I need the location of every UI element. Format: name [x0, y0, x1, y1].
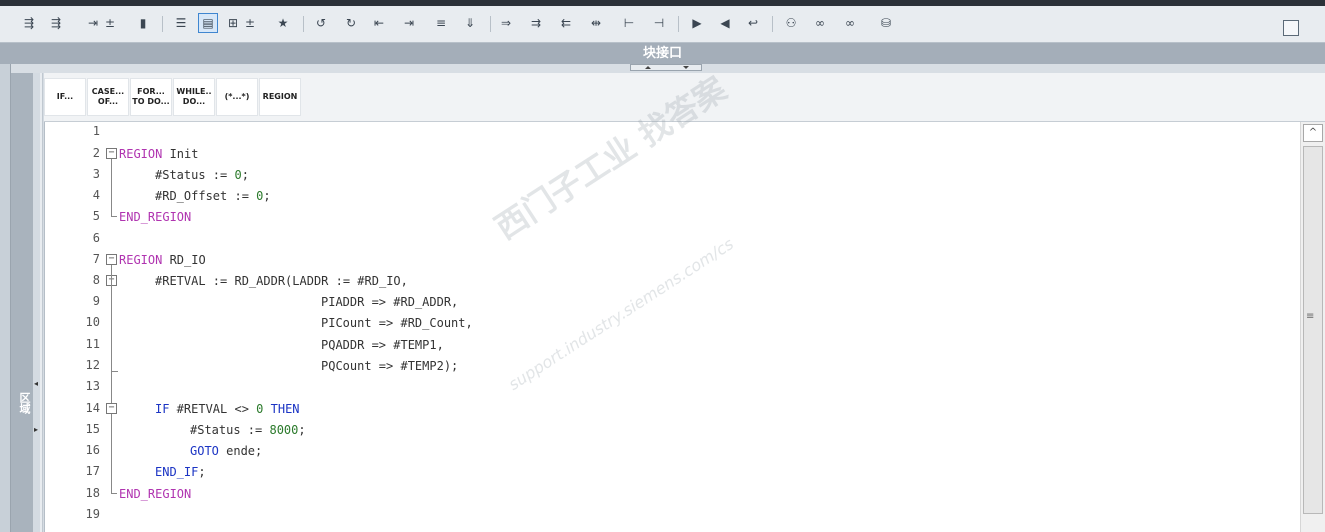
increase-indent-icon[interactable]: ⇉	[527, 14, 545, 32]
modify-icon[interactable]: ∞	[811, 14, 829, 32]
collapse-icon[interactable]: ◀	[716, 14, 734, 32]
line-number: 7	[92, 252, 100, 266]
line-number: 10	[85, 315, 100, 329]
decrease-indent-icon[interactable]: ⇇	[557, 14, 575, 32]
insert-network-icon[interactable]: ⇶	[20, 14, 38, 32]
region-side-panel[interactable]: ◂ ▸	[11, 73, 38, 532]
snippet-while[interactable]: WHILE.. DO...	[173, 78, 215, 116]
block-snapshot-icon[interactable]: ⛁	[877, 14, 895, 32]
code-area[interactable]	[68, 122, 1300, 532]
properties-icon[interactable]: ▮	[134, 14, 152, 32]
scroll-up-icon[interactable]: ^	[1303, 124, 1323, 142]
monitor-toggle-icon[interactable]: ±	[241, 14, 259, 32]
region-side-label[interactable]: 区域	[12, 392, 32, 414]
fold-toggle-icon[interactable]: −	[106, 148, 117, 159]
structure-view-icon[interactable]: ▤	[198, 13, 218, 33]
code-line-16: GOTO ende;	[190, 444, 263, 458]
left-edge-panel	[0, 64, 11, 532]
fold-toggle-icon[interactable]: −	[106, 403, 117, 414]
snippet-case[interactable]: CASE... OF...	[87, 78, 129, 116]
code-line-12: PQCount => #TEMP2);	[321, 359, 459, 373]
code-line-14: IF #RETVAL <> 0 THEN	[155, 402, 300, 416]
code-line-11: PQADDR => #TEMP1,	[321, 338, 444, 352]
line-number: 3	[92, 167, 100, 181]
vertical-scrollbar[interactable]: ^ ≡	[1300, 122, 1325, 532]
code-line-9: PIADDR => #RD_ADDR,	[321, 295, 459, 309]
comment-icon[interactable]: ≡	[432, 14, 450, 32]
force-icon[interactable]: ∞	[841, 14, 859, 32]
code-line-17: END_IF;	[155, 465, 206, 479]
code-line-10: PICount => #RD_Count,	[321, 316, 473, 330]
delete-network-icon[interactable]: ⇶	[47, 14, 65, 32]
collapse-down-icon[interactable]	[683, 66, 689, 69]
line-number: 12	[85, 358, 100, 372]
code-line-5: END_REGION	[119, 210, 192, 224]
auto-format-icon[interactable]: ⇹	[587, 14, 605, 32]
insert-input-icon[interactable]: ⇥	[84, 14, 102, 32]
line-number: 13	[85, 379, 100, 393]
next-bookmark-icon[interactable]: ⇥	[400, 14, 418, 32]
line-number: 2	[92, 146, 100, 160]
expand-all-icon[interactable]: ▶	[688, 14, 706, 32]
window-layout-icon[interactable]	[1283, 20, 1299, 36]
line-number: 19	[85, 507, 100, 521]
expand-icon[interactable]: ±	[101, 14, 119, 32]
line-number: 14	[85, 401, 100, 415]
snippet-comment[interactable]: (*...*)	[216, 78, 258, 116]
line-number: 5	[92, 209, 100, 223]
monitor-all-icon[interactable]: ⚇	[782, 14, 800, 32]
list-view-icon[interactable]: ☰	[172, 14, 190, 32]
snippet-region[interactable]: REGION	[259, 78, 301, 116]
line-number: 8	[92, 273, 100, 287]
code-line-18: END_REGION	[119, 487, 192, 501]
scroll-grip-icon: ≡	[1306, 311, 1315, 322]
go-to-icon[interactable]: ⇓	[461, 14, 479, 32]
line-number: 6	[92, 231, 100, 245]
code-line-3: #Status := 0;	[155, 168, 249, 182]
snippet-for[interactable]: FOR... TO DO...	[130, 78, 172, 116]
favorites-icon[interactable]: ★	[274, 14, 292, 32]
code-line-7: REGION RD_IO	[119, 253, 206, 267]
line-number: 15	[85, 422, 100, 436]
block-interface-title[interactable]: 块接口	[0, 43, 1325, 64]
prev-bookmark-icon[interactable]: ⇤	[370, 14, 388, 32]
fold-toggle-icon[interactable]: −	[106, 254, 117, 265]
collapse-up-icon[interactable]	[645, 66, 651, 69]
line-number: 16	[85, 443, 100, 457]
set-bookmark-icon[interactable]: ↺	[312, 14, 330, 32]
uncomment-line-icon[interactable]: ⊣	[650, 14, 668, 32]
monitor-icon[interactable]: ⊞	[224, 14, 242, 32]
line-number: 1	[92, 124, 100, 138]
editor-toolbar: ⇶ ⇶ ⇥ ± ▮ ☰ ▤ ⊞ ± ★ ↺ ↻ ⇤ ⇥ ≡ ⇓ ⇒ ⇉ ⇇ ⇹ …	[0, 6, 1325, 43]
scroll-thumb[interactable]	[1303, 146, 1323, 514]
line-number: 11	[85, 337, 100, 351]
splitter-handle[interactable]	[630, 64, 702, 71]
refresh-icon[interactable]: ↩	[744, 14, 762, 32]
indent-icon[interactable]: ⇒	[497, 14, 515, 32]
line-number: 4	[92, 188, 100, 202]
snippet-toolbar: IF... CASE... OF... FOR... TO DO... WHILE.…	[44, 73, 1325, 122]
code-line-15: #Status := 8000;	[190, 423, 306, 437]
clear-bookmark-icon[interactable]: ↻	[342, 14, 360, 32]
code-line-4: #RD_Offset := 0;	[155, 189, 271, 203]
comment-line-icon[interactable]: ⊢	[620, 14, 638, 32]
line-number: 9	[92, 294, 100, 308]
line-number: 17	[85, 464, 100, 478]
line-number: 18	[85, 486, 100, 500]
code-line-8: #RETVAL := RD_ADDR(LADDR := #RD_IO,	[155, 274, 408, 288]
code-line-2: REGION Init	[119, 147, 199, 161]
snippet-if[interactable]: IF...	[44, 78, 86, 116]
